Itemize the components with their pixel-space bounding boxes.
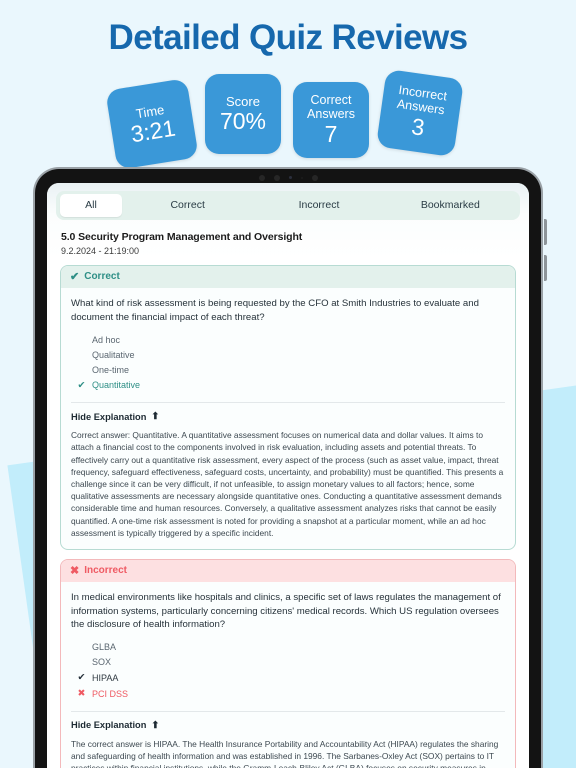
stat-badge-correct-answers-label: Correct Answers — [307, 93, 355, 122]
quiz-title: 5.0 Security Program Management and Over… — [61, 231, 303, 243]
question-card: ✖ Incorrect In medical environments like… — [60, 558, 516, 768]
answer-option[interactable]: One-time — [77, 362, 505, 377]
check-icon: ✔ — [77, 379, 86, 391]
answer-options: Ad hoc Qualitative One-time ✔ Quantitati… — [77, 332, 505, 393]
tablet-device-frame: All Correct Incorrect Bookmarked 5.0 Sec… — [33, 167, 547, 768]
hide-explanation-label: Hide Explanation — [71, 720, 147, 731]
page-title: Detailed Quiz Reviews — [108, 18, 469, 57]
quiz-timestamp: 9.2.2024 - 21:19:00 — [61, 246, 140, 256]
answer-option-label: GLBA — [92, 642, 117, 653]
tab-bookmarked[interactable]: Bookmarked — [385, 194, 516, 217]
explanation-text: The correct answer is HIPAA. The Health … — [71, 738, 499, 768]
status-badge: ✖ Incorrect — [61, 559, 515, 582]
answer-option[interactable]: GLBA — [77, 640, 505, 655]
stat-badge-correct-answers: Correct Answers 7 — [293, 82, 369, 158]
volume-down-button[interactable] — [544, 255, 547, 281]
front-camera-sensor-array — [35, 173, 541, 182]
app-viewport: All Correct Incorrect Bookmarked 5.0 Sec… — [47, 183, 529, 768]
proximity-sensor-icon — [273, 174, 280, 181]
tablet-bezel: All Correct Incorrect Bookmarked 5.0 Sec… — [35, 169, 541, 768]
answer-option[interactable]: Qualitative — [77, 347, 505, 362]
hide-explanation-button[interactable]: Hide Explanation ⬆ — [71, 411, 505, 422]
answer-option-label: One-time — [92, 364, 130, 375]
stat-badges: Time 3:21 Score 70% Correct Answers 7 Inc… — [0, 66, 576, 170]
stat-badge-score: Score 70% — [205, 74, 281, 154]
answer-option[interactable]: Ad hoc — [77, 332, 505, 347]
light-sensor-icon — [288, 176, 292, 179]
question-body: In medical environments like hospitals a… — [61, 582, 515, 768]
status-badge: ✔ Correct — [61, 266, 515, 288]
tab-all[interactable]: All — [60, 194, 122, 217]
answer-options: GLBA SOX ✔ HIPAA ✖ PCI DSS — [77, 640, 505, 702]
divider — [71, 402, 505, 404]
check-icon: ✔ — [70, 271, 80, 283]
stat-badge-time: Time 3:21 — [105, 78, 199, 170]
question-text: In medical environments like hospitals a… — [71, 591, 501, 631]
arrow-up-icon: ⬆ — [151, 719, 160, 731]
answer-option-correct[interactable]: ✔ HIPAA — [77, 670, 505, 686]
explanation-text: Correct answer: Quantitative. A quantita… — [71, 430, 504, 538]
answer-option-selected-wrong[interactable]: ✖ PCI DSS — [77, 686, 505, 702]
question-body: What kind of risk assessment is being re… — [61, 288, 515, 549]
status-badge-label: Correct — [84, 271, 120, 282]
status-badge-label: Incorrect — [84, 564, 128, 576]
hide-explanation-button[interactable]: Hide Explanation ⬆ — [71, 720, 505, 731]
answer-option-label: PCI DSS — [92, 688, 129, 699]
stat-badge-score-value: 70% — [219, 108, 267, 135]
volume-up-button[interactable] — [544, 219, 547, 245]
microphone-icon — [300, 176, 303, 179]
answer-option-label: Ad hoc — [92, 334, 121, 345]
speaker-icon — [311, 174, 318, 181]
answer-option-label: SOX — [92, 657, 112, 668]
hide-explanation-label: Hide Explanation — [71, 411, 147, 422]
stat-badge-correct-answers-value: 7 — [324, 121, 338, 148]
tablet-screen: All Correct Incorrect Bookmarked 5.0 Sec… — [47, 183, 529, 768]
stat-badge-time-value: 3:21 — [128, 114, 178, 148]
stat-badge-incorrect-answers-label: Incorrect Answers — [396, 83, 448, 118]
question-text: What kind of risk assessment is being re… — [71, 298, 479, 323]
answer-option[interactable]: SOX — [77, 655, 505, 670]
stat-badge-score-label: Score — [226, 93, 260, 109]
arrow-up-icon: ⬆ — [151, 411, 160, 423]
divider — [71, 710, 505, 712]
cross-icon: ✖ — [77, 688, 86, 700]
stat-badge-incorrect-answers: Incorrect Answers 3 — [375, 68, 465, 158]
front-camera-icon — [258, 174, 265, 181]
stat-badge-incorrect-answers-value: 3 — [409, 113, 427, 142]
question-card: ✔ Correct What kind of risk assessment i… — [60, 265, 516, 550]
answer-option-label: Qualitative — [92, 349, 135, 360]
cross-icon: ✖ — [70, 564, 80, 577]
answer-option-label: HIPAA — [92, 672, 119, 683]
tab-correct[interactable]: Correct — [122, 194, 253, 217]
answer-option-selected-correct[interactable]: ✔ Quantitative — [77, 377, 505, 393]
filter-tabbar: All Correct Incorrect Bookmarked — [56, 191, 520, 220]
tab-incorrect[interactable]: Incorrect — [253, 194, 384, 217]
answer-option-label: Quantitative — [92, 380, 141, 391]
check-icon: ✔ — [77, 672, 86, 684]
hero-section: Detailed Quiz Reviews Time 3:21 Score 70… — [0, 0, 576, 170]
